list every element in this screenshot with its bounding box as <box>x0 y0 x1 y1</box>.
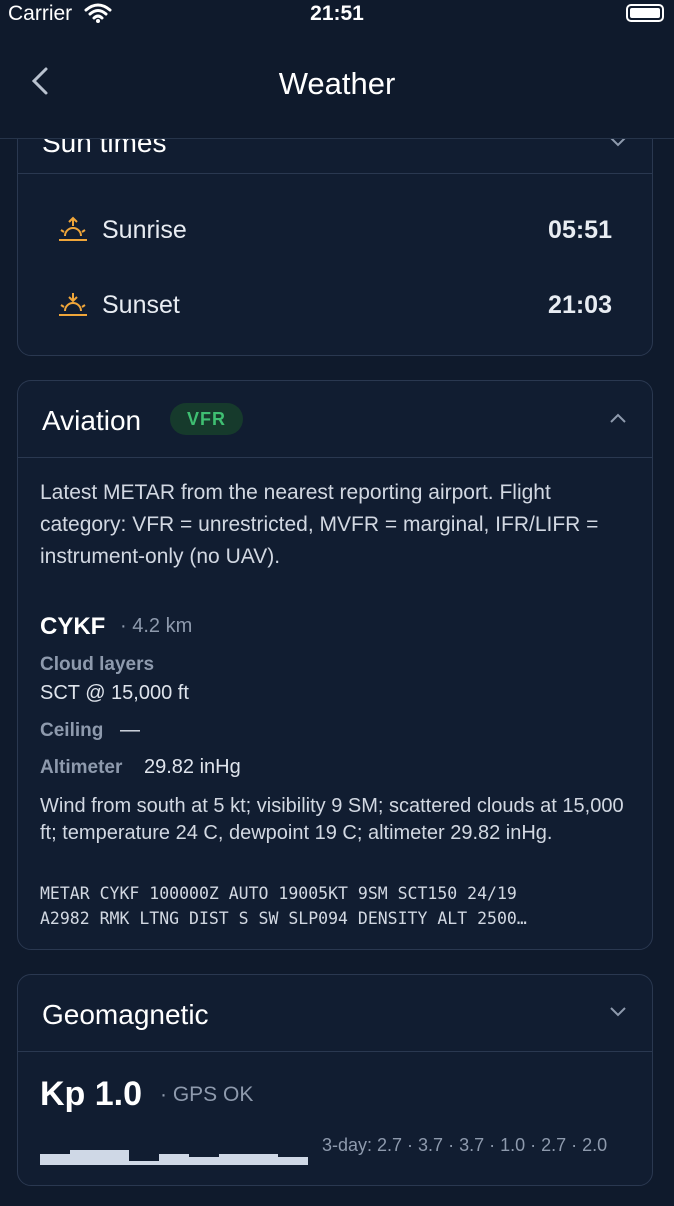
metar-decoded: Wind from south at 5 kt; visibility 9 SM… <box>40 795 624 844</box>
sunset-time: 21:03 <box>548 291 612 319</box>
sunset-label: Sunset <box>102 291 180 319</box>
status-bar: Carrier 21:51 <box>0 0 674 30</box>
aviation-title: Aviation <box>42 405 142 436</box>
kp-bar <box>129 1161 160 1165</box>
kp-bar <box>40 1154 70 1165</box>
geomagnetic-header[interactable]: Geomagnetic <box>18 975 652 1052</box>
sunrise-icon <box>59 216 87 241</box>
kp-index: Kp 1.0 <box>40 1075 143 1113</box>
kp-bar <box>248 1154 279 1165</box>
kp-bar <box>69 1150 100 1165</box>
station-distance: · 4.2 km <box>120 615 193 637</box>
chevron-up-icon <box>610 413 626 423</box>
station-code: CYKF <box>40 613 106 640</box>
kp-bar-chart <box>40 1135 308 1165</box>
chevron-down-icon <box>610 1007 626 1017</box>
sunrise-time: 05:51 <box>548 216 612 244</box>
geomagnetic-card: Geomagnetic Kp 1.0 · GPS OK 3-day: 2.7 ·… <box>17 974 653 1186</box>
metar-raw: METAR CYKF 100000Z AUTO 19005KT 9SM SCT1… <box>40 881 640 931</box>
altimeter-value: 29.82 inHg <box>144 756 241 778</box>
clock: 21:51 <box>310 2 364 25</box>
aviation-header[interactable]: Aviation VFR <box>18 381 652 458</box>
cloud-layers-label: Cloud layers <box>40 654 155 675</box>
flight-category-badge: VFR <box>170 403 243 435</box>
metar-raw-line-2: A2982 RMK LTNG DIST S SW SLP094 DENSITY … <box>40 909 527 928</box>
gps-status: · GPS OK <box>160 1083 254 1106</box>
metar-raw-line-1: METAR CYKF 100000Z AUTO 19005KT 9SM SCT1… <box>40 884 517 903</box>
page-title: Weather <box>278 66 396 101</box>
cloud-layers-value: SCT @ 15,000 ft <box>40 682 189 704</box>
navigation-bar: Weather <box>0 30 674 139</box>
sunrise-row: Sunrise 05:51 <box>18 210 654 250</box>
sunset-icon <box>59 293 87 316</box>
sunrise-label: Sunrise <box>102 216 187 244</box>
battery-icon <box>626 4 664 22</box>
aviation-card: Aviation VFR Latest METAR from the neare… <box>17 380 653 950</box>
kp-forecast: 3-day: 2.7 · 3.7 · 3.7 · 1.0 · 2.7 · 2.0 <box>322 1135 608 1155</box>
kp-bar <box>218 1154 249 1165</box>
kp-bar <box>188 1157 219 1165</box>
sunset-row: Sunset 21:03 <box>18 285 654 325</box>
altimeter-label: Altimeter <box>40 757 123 778</box>
ceiling-label: Ceiling <box>40 720 104 741</box>
ceiling-value: — <box>120 719 140 741</box>
kp-bar <box>99 1150 130 1165</box>
kp-bar <box>278 1157 308 1165</box>
kp-bar <box>159 1154 189 1165</box>
geomagnetic-title: Geomagnetic <box>42 999 209 1030</box>
aviation-description: Latest METAR from the nearest reporting … <box>40 481 599 568</box>
